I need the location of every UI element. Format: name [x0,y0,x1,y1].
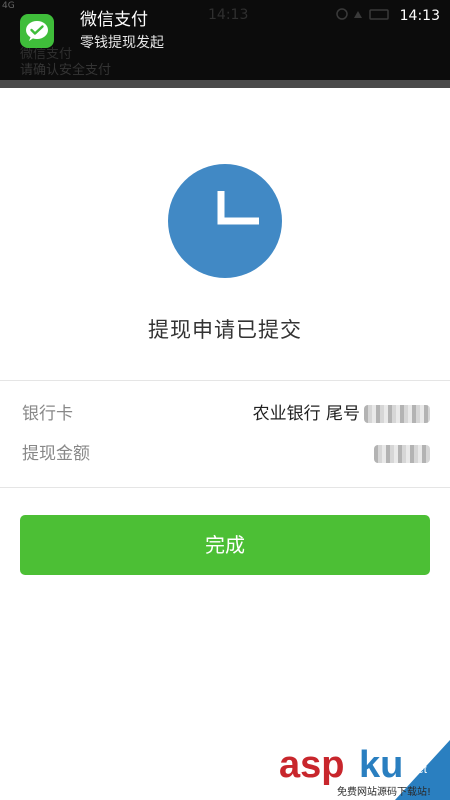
watermark-brand: asp [279,744,344,786]
bank-card-row: 银行卡 农业银行 尾号 [0,389,450,429]
withdraw-amount-row: 提现金额 [0,429,450,469]
status-icons [336,8,389,20]
watermark-domain: .net [407,762,428,776]
withdraw-details: 银行卡 农业银行 尾号 提现金额 [0,380,450,488]
withdraw-amount-label: 提现金额 [22,444,90,464]
clock-icon [168,164,282,278]
status-title: 提现申请已提交 [148,318,302,342]
notification-banner[interactable]: 4G 14:13 微信支付 请确认安全支付 微信支付 零钱提现发起 14:13 [0,0,450,88]
bank-card-value: 农业银行 尾号 [252,404,360,424]
background-page-subtitle: 请确认安全支付 [20,63,112,78]
banner-divider [0,80,450,88]
status-bar-time: 14:13 [208,7,249,23]
notification-time: 14:13 [399,8,440,24]
redacted-amount [374,445,430,463]
background-page-title: 微信支付 [20,47,73,62]
redacted-card-number [364,405,430,423]
aspku-watermark: asp ku .net 免费网站源码下载站! [279,740,450,800]
notification-message: 零钱提现发起 [80,35,164,51]
network-indicator: 4G [2,1,15,11]
watermark-tagline: 免费网站源码下载站! [337,785,431,798]
wechat-icon [20,14,54,48]
done-button[interactable]: 完成 [20,515,430,575]
notification-app-name: 微信支付 [80,10,148,30]
watermark-brand-accent: ku [359,744,403,786]
bank-card-label: 银行卡 [22,404,73,424]
